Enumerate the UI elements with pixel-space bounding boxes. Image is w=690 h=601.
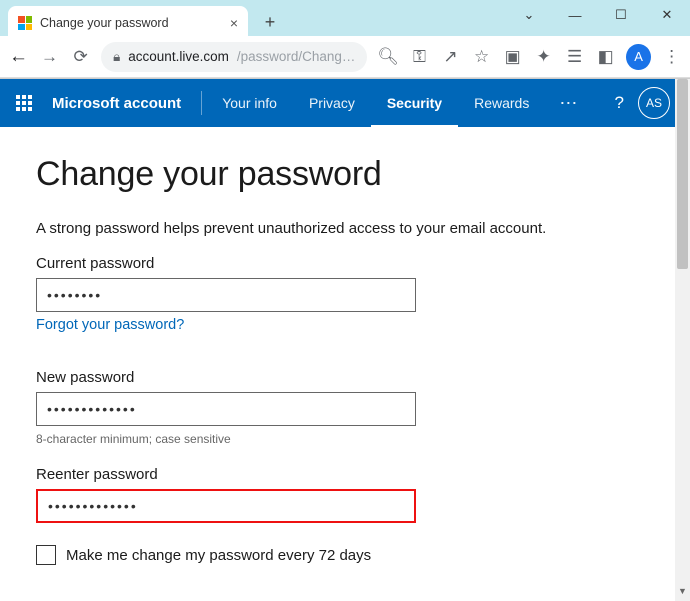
account-avatar[interactable]: AS — [638, 87, 670, 119]
current-password-input[interactable]: •••••••• — [36, 278, 416, 312]
forward-button[interactable]: → — [39, 46, 60, 68]
window-controls: ⌄ — ☐ ✕ — [506, 0, 690, 30]
address-bar[interactable]: 🔒︎ account.live.com/password/Chang… — [101, 42, 367, 72]
reenter-password-input[interactable]: ••••••••••••• — [36, 489, 416, 523]
nav-your-info[interactable]: Your info — [206, 79, 293, 127]
url-path: /password/Chang… — [237, 49, 356, 64]
close-window-icon[interactable]: ✕ — [644, 0, 690, 30]
sidepanel-icon[interactable]: ◧ — [595, 46, 616, 68]
profile-avatar[interactable]: A — [626, 44, 651, 70]
tab-title: Change your password — [40, 16, 169, 30]
site-header: Microsoft account Your info Privacy Secu… — [0, 79, 690, 127]
scrollbar[interactable]: ▲ ▼ — [675, 79, 690, 601]
lock-icon: 🔒︎ — [113, 49, 120, 65]
nav-divider — [201, 91, 202, 115]
nav-rewards[interactable]: Rewards — [458, 79, 545, 127]
star-icon[interactable]: ☆ — [471, 46, 492, 68]
scrollbar-thumb[interactable] — [677, 79, 688, 269]
key-icon[interactable]: ⚿ — [409, 46, 430, 68]
current-password-label: Current password — [36, 255, 675, 272]
cast-icon[interactable]: ▣ — [502, 46, 523, 68]
browser-toolbar: ← → ⟳ 🔒︎ account.live.com/password/Chang… — [0, 36, 690, 78]
help-icon[interactable]: ? — [615, 93, 624, 113]
new-password-input[interactable]: ••••••••••••• — [36, 392, 416, 426]
rotate-password-checkbox[interactable] — [36, 545, 56, 565]
microsoft-logo-icon — [18, 16, 32, 30]
close-tab-icon[interactable]: × — [230, 15, 238, 31]
search-icon[interactable]: 🔍︎ — [377, 46, 399, 68]
rotate-password-label: Make me change my password every 72 days — [66, 547, 371, 564]
chevron-down-icon[interactable]: ⌄ — [506, 0, 552, 30]
checkbox-row: Make me change my password every 72 days — [36, 545, 675, 565]
new-tab-button[interactable]: + — [256, 8, 284, 36]
forgot-password-link[interactable]: Forgot your password? — [36, 317, 184, 333]
nav-more-icon[interactable]: ⋯ — [545, 79, 593, 127]
browser-tab[interactable]: Change your password × — [8, 6, 248, 40]
reading-list-icon[interactable]: ☰ — [564, 46, 585, 68]
browser-titlebar: Change your password × + ⌄ — ☐ ✕ — [0, 0, 690, 36]
page-title: Change your password — [36, 155, 675, 194]
share-icon[interactable]: ↗ — [440, 46, 461, 68]
page-viewport: Microsoft account Your info Privacy Secu… — [0, 78, 690, 601]
menu-icon[interactable]: ⋮ — [661, 46, 682, 68]
back-button[interactable]: ← — [8, 46, 29, 68]
nav-privacy[interactable]: Privacy — [293, 79, 371, 127]
main-content: Change your password A strong password h… — [0, 127, 675, 565]
new-password-label: New password — [36, 369, 675, 386]
minimize-icon[interactable]: — — [552, 0, 598, 30]
reenter-password-label: Reenter password — [36, 466, 675, 483]
page-subtitle: A strong password helps prevent unauthor… — [36, 220, 675, 237]
site-brand[interactable]: Microsoft account — [48, 95, 197, 112]
scroll-down-icon[interactable]: ▼ — [675, 586, 690, 601]
maximize-icon[interactable]: ☐ — [598, 0, 644, 30]
app-launcher-button[interactable] — [0, 79, 48, 127]
password-hint: 8-character minimum; case sensitive — [36, 432, 675, 446]
reload-button[interactable]: ⟳ — [70, 46, 91, 68]
url-host: account.live.com — [128, 49, 229, 64]
extensions-icon[interactable]: ✦ — [533, 46, 554, 68]
nav-security[interactable]: Security — [371, 79, 458, 127]
